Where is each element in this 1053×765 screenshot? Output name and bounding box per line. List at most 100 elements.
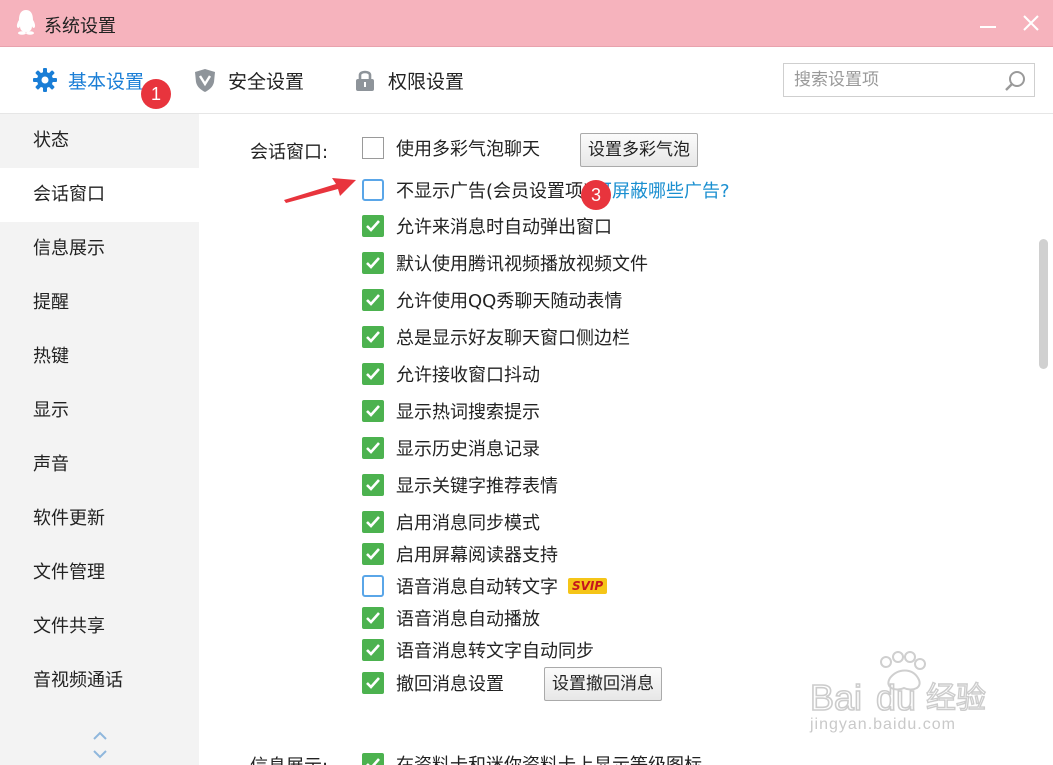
window-title: 系统设置 — [44, 16, 116, 37]
checkbox-checked[interactable] — [362, 400, 384, 422]
baidu-jingyan-watermark: Bai du 经验 jingyan.baidu.com — [808, 648, 1008, 748]
option-keyword-emoji[interactable]: 显示关键字推荐表情 — [362, 472, 558, 498]
option-label: 语音消息转文字自动同步 — [396, 641, 594, 662]
content-scrollbar[interactable] — [1039, 239, 1048, 369]
checkbox[interactable] — [362, 137, 384, 159]
checkbox-checked[interactable] — [362, 437, 384, 459]
option-label: 显示关键字推荐表情 — [396, 476, 558, 497]
checkbox-checked[interactable] — [362, 607, 384, 629]
checkbox-checked[interactable] — [362, 543, 384, 565]
tab-basic-settings[interactable]: 基本设置 — [32, 65, 144, 95]
checkmark-icon — [366, 612, 380, 624]
checkmark-icon — [366, 677, 380, 689]
option-screen-reader[interactable]: 启用屏幕阅读器支持 — [362, 541, 558, 567]
option-recall-settings[interactable]: 撤回消息设置 — [362, 670, 504, 696]
tab-permission-settings[interactable]: 权限设置 — [352, 65, 464, 95]
option-chat-sidebar[interactable]: 总是显示好友聊天窗口侧边栏 — [362, 324, 630, 350]
checkbox[interactable] — [362, 575, 384, 597]
sidebar-item-display[interactable]: 显示 — [0, 384, 199, 438]
sidebar-item-file-sharing[interactable]: 文件共享 — [0, 600, 199, 654]
option-label: 总是显示好友聊天窗口侧边栏 — [396, 328, 630, 349]
annotation-badge-3: 3 — [581, 180, 611, 210]
tab-label: 安全设置 — [228, 70, 305, 93]
option-voice-text-sync[interactable]: 语音消息转文字自动同步 — [362, 637, 594, 663]
checkbox-checked[interactable] — [362, 215, 384, 237]
sidebar-scroll-arrows-icon[interactable] — [88, 728, 112, 762]
search-icon[interactable] — [1004, 69, 1028, 93]
title-bar: 系统设置 — [0, 0, 1053, 47]
svg-text:Bai: Bai — [810, 677, 862, 718]
option-message-sync[interactable]: 启用消息同步模式 — [362, 509, 540, 535]
sidebar-item-software-update[interactable]: 软件更新 — [0, 492, 199, 546]
option-voice-to-text[interactable]: 语音消息自动转文字 SVIP — [362, 573, 608, 599]
sidebar-item-reminder[interactable]: 提醒 — [0, 276, 199, 330]
checkmark-icon — [366, 548, 380, 560]
checkmark-icon — [366, 479, 380, 491]
checkbox-checked[interactable] — [362, 289, 384, 311]
sidebar-item-hotkeys[interactable]: 热键 — [0, 330, 199, 384]
option-hot-words[interactable]: 显示热词搜索提示 — [362, 398, 540, 424]
checkbox-checked[interactable] — [362, 363, 384, 385]
option-level-icon[interactable]: 在资料卡和迷你资料卡上显示等级图标 — [362, 751, 702, 765]
gear-icon — [33, 68, 57, 92]
section-label-chat-window: 会话窗口: — [250, 142, 329, 163]
svip-badge: SVIP — [568, 578, 608, 594]
sidebar-item-file-management[interactable]: 文件管理 — [0, 546, 199, 600]
option-label: 显示历史消息记录 — [396, 439, 540, 460]
section-label-info-display: 信息展示: — [250, 752, 328, 765]
option-auto-popup[interactable]: 允许来消息时自动弹出窗口 — [362, 213, 612, 239]
sidebar-item-sound[interactable]: 声音 — [0, 438, 199, 492]
option-label: 默认使用腾讯视频播放视频文件 — [396, 254, 648, 275]
option-message-history[interactable]: 显示历史消息记录 — [362, 435, 540, 461]
option-label: 允许来消息时自动弹出窗口 — [396, 217, 612, 238]
option-colorful-bubble[interactable]: 使用多彩气泡聊天 — [362, 135, 540, 161]
option-label: 不显示广告(会员设置项) — [396, 181, 591, 202]
checkmark-icon — [366, 516, 380, 528]
option-tencent-video[interactable]: 默认使用腾讯视频播放视频文件 — [362, 250, 648, 276]
checkbox-checked[interactable] — [362, 326, 384, 348]
qq-penguin-icon — [16, 10, 36, 35]
checkbox-checked[interactable] — [362, 753, 384, 765]
option-label: 显示热词搜索提示 — [396, 402, 540, 423]
checkbox[interactable] — [362, 179, 384, 201]
watermark-url: jingyan.baidu.com — [810, 716, 956, 733]
option-label: 启用消息同步模式 — [396, 513, 540, 534]
tab-label: 基本设置 — [68, 70, 145, 93]
checkmark-icon — [366, 331, 380, 343]
option-label: 在资料卡和迷你资料卡上显示等级图标 — [396, 751, 702, 765]
option-qq-show-emoji[interactable]: 允许使用QQ秀聊天随动表情 — [362, 287, 622, 313]
red-arrow-annotation-icon — [284, 178, 356, 203]
checkmark-icon — [366, 257, 380, 269]
tab-label: 权限设置 — [388, 70, 465, 93]
sidebar-item-chat-window[interactable]: 会话窗口 — [0, 168, 199, 222]
checkbox-checked[interactable] — [362, 639, 384, 661]
checkbox-checked[interactable] — [362, 672, 384, 694]
close-icon[interactable] — [1018, 10, 1044, 36]
sidebar: 状态 会话窗口 信息展示 提醒 热键 显示 声音 软件更新 文件管理 文件共享 … — [0, 114, 199, 765]
svg-text:经验: 经验 — [926, 681, 986, 716]
checkmark-icon — [366, 294, 380, 306]
checkbox-checked[interactable] — [362, 474, 384, 496]
lock-icon — [356, 70, 374, 91]
option-label: 撤回消息设置 — [396, 674, 504, 695]
blockable-ads-link[interactable]: 可屏蔽哪些广告? — [594, 177, 730, 203]
option-label: 语音消息自动播放 — [396, 609, 540, 630]
set-recall-message-button[interactable]: 设置撤回消息 — [544, 667, 662, 701]
sidebar-item-status[interactable]: 状态 — [0, 114, 199, 168]
tab-security-settings[interactable]: 安全设置 — [192, 65, 304, 95]
minimize-icon[interactable] — [975, 10, 1001, 36]
baidu-jingyan-logo-icon: Bai du 经验 — [809, 651, 987, 718]
sidebar-item-info-display[interactable]: 信息展示 — [0, 222, 199, 276]
checkbox-checked[interactable] — [362, 252, 384, 274]
search-input[interactable] — [784, 64, 1016, 96]
option-voice-autoplay[interactable]: 语音消息自动播放 — [362, 605, 540, 631]
annotation-badge-1: 1 — [141, 79, 171, 109]
option-no-ads[interactable]: 不显示广告(会员设置项) 可屏蔽哪些广告? — [362, 177, 730, 203]
svg-text:du: du — [876, 677, 916, 718]
checkbox-checked[interactable] — [362, 511, 384, 533]
set-colorful-bubble-button[interactable]: 设置多彩气泡 — [580, 133, 698, 167]
option-window-shake[interactable]: 允许接收窗口抖动 — [362, 361, 540, 387]
option-label: 语音消息自动转文字 — [396, 577, 558, 598]
shield-icon — [195, 69, 215, 92]
sidebar-item-av-call[interactable]: 音视频通话 — [0, 654, 199, 708]
